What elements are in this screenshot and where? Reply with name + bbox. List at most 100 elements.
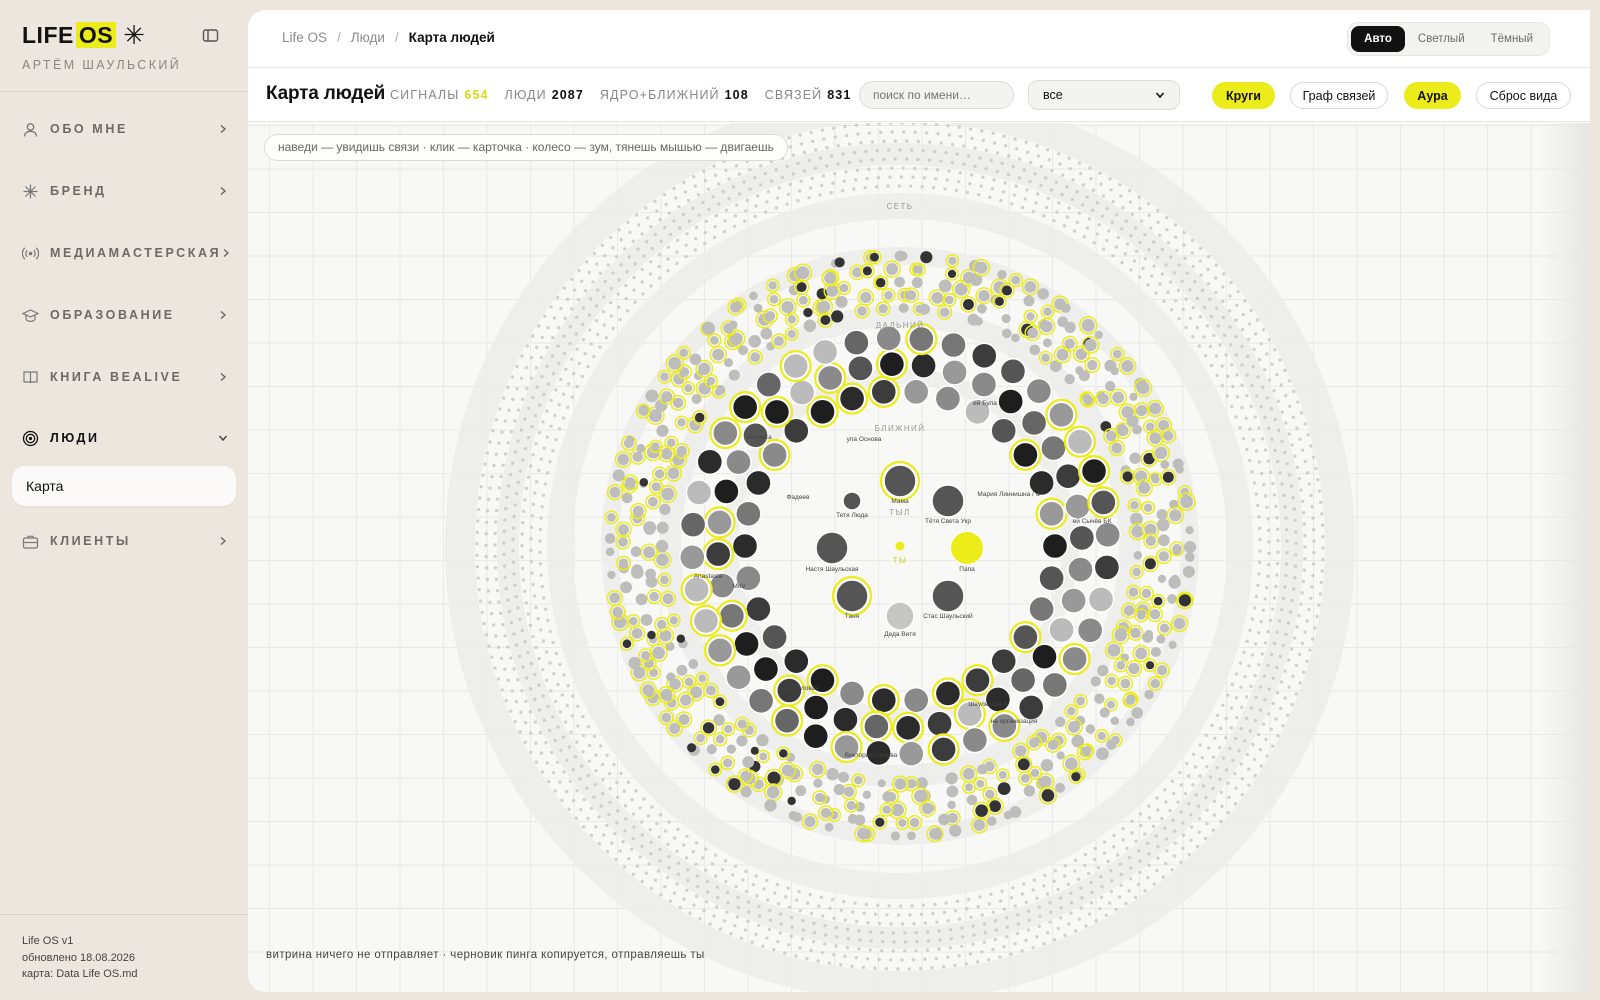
nav-item-media[interactable]: МЕДИАМАСТЕРСКАЯ	[22, 241, 230, 265]
far-contact-dot	[987, 816, 997, 826]
network-dot	[638, 806, 642, 810]
network-dot	[1035, 934, 1039, 939]
near-contact-avatar	[847, 355, 874, 382]
network-dot	[575, 347, 579, 351]
circles-button[interactable]: Круги	[1212, 82, 1275, 109]
network-dot	[995, 151, 1000, 155]
network-dot	[601, 778, 605, 782]
network-dot	[539, 355, 544, 360]
network-dot	[1187, 801, 1191, 806]
network-dot	[1170, 868, 1174, 872]
network-dot	[1221, 285, 1225, 289]
network-dot	[1246, 767, 1251, 771]
network-dot	[1189, 838, 1193, 843]
network-dot	[1005, 925, 1010, 929]
network-dot	[756, 923, 761, 928]
network-dot	[563, 316, 567, 320]
network-dot	[1009, 952, 1013, 956]
network-dot	[1013, 941, 1017, 946]
network-dot	[1129, 268, 1133, 272]
network-dot	[1184, 325, 1188, 330]
nav-item-people[interactable]: ЛЮДИ	[22, 426, 228, 450]
network-dot	[1235, 373, 1239, 377]
network-dot	[566, 405, 570, 410]
breadcrumb-item[interactable]: Life OS	[282, 30, 327, 45]
sidebar-subitem-map[interactable]: Карта	[12, 466, 236, 506]
search-input[interactable]	[859, 81, 1014, 109]
far-contact-dot	[1149, 432, 1162, 445]
near-contact-avatar	[683, 576, 710, 603]
network-dot	[1168, 808, 1172, 813]
near-contact-label: ир Головач	[785, 685, 818, 692]
network-dot	[1205, 822, 1209, 826]
network-dot	[975, 960, 980, 964]
network-dot	[1046, 147, 1050, 152]
nav-item-clients[interactable]: КЛИЕНТЫ	[22, 529, 228, 553]
far-contact-dot	[666, 672, 676, 682]
nav-item-brand[interactable]: БРЕНД	[22, 179, 228, 203]
network-dot	[560, 693, 565, 697]
far-contact-dot	[647, 496, 658, 507]
network-dot	[485, 509, 490, 513]
theme-option-auto[interactable]: Авто	[1351, 26, 1405, 52]
network-dot	[537, 430, 542, 435]
theme-option-dark[interactable]: Тёмный	[1478, 26, 1546, 52]
network-dot	[1267, 551, 1271, 555]
network-dot	[1285, 461, 1290, 466]
nav-label: ОБО МНЕ	[50, 122, 128, 136]
network-dot	[693, 237, 698, 241]
far-contact-dot	[1023, 785, 1036, 797]
theme-option-light[interactable]: Светлый	[1405, 26, 1478, 52]
network-dot	[587, 759, 592, 764]
network-dot	[586, 816, 590, 820]
nav-item-education[interactable]: ОБРАЗОВАНИЕ	[22, 303, 228, 327]
network-dot	[1146, 875, 1150, 880]
near-contact-avatar	[910, 352, 937, 379]
network-dot	[1073, 869, 1077, 873]
network-dot	[914, 930, 919, 935]
network-dot	[608, 235, 613, 240]
near-contact-avatar	[809, 398, 836, 425]
network-dot	[600, 243, 605, 248]
network-dot	[511, 526, 516, 530]
network-dot	[677, 204, 681, 209]
breadcrumb-item[interactable]: Люди	[351, 30, 385, 45]
nav-item-book[interactable]: КНИГА BEALIVE	[22, 365, 228, 389]
network-dot	[1035, 896, 1039, 901]
people-map-graph[interactable]: СЕТЬДАЛЬНИЙБЛИЖНИЙТЫЛТЫМамаТетя ЛюдаТётя…	[248, 123, 1590, 992]
network-dot	[634, 789, 638, 793]
network-dot	[496, 497, 500, 501]
network-dot	[528, 731, 533, 735]
network-dot	[579, 807, 583, 812]
network-dot	[523, 417, 527, 421]
far-contact-dot	[631, 564, 643, 577]
network-dot	[1266, 563, 1271, 567]
filter-select[interactable]: все	[1028, 80, 1180, 110]
aura-button[interactable]: Аура	[1404, 82, 1461, 109]
network-dot	[493, 666, 497, 670]
near-contact-avatar	[1012, 441, 1039, 469]
reset-view-button[interactable]: Сброс вида	[1476, 82, 1571, 109]
network-dot	[989, 892, 993, 897]
far-contact-dot	[1001, 328, 1012, 339]
graph-button[interactable]: Граф связей	[1290, 82, 1388, 109]
network-dot	[531, 334, 535, 338]
people-map-canvas[interactable]: СЕТЬ ДАЛЬНИЙ БЛИЖНИЙ ТЫЛ ТЫ Мама Тетя Люда Тётя…	[248, 123, 1590, 992]
near-contact-avatar	[832, 706, 859, 733]
network-dot	[1238, 425, 1242, 430]
far-contact-dot	[948, 256, 957, 265]
network-dot	[1038, 914, 1042, 919]
network-dot	[531, 395, 535, 400]
network-dot	[485, 451, 490, 455]
network-dot	[1288, 610, 1293, 614]
network-dot	[845, 945, 850, 950]
nav-item-about[interactable]: ОБО МНЕ	[22, 117, 228, 141]
network-dot	[1258, 549, 1262, 553]
network-dot	[701, 856, 705, 860]
network-dot	[1066, 882, 1071, 887]
network-dot	[1309, 493, 1313, 498]
network-dot	[1274, 717, 1278, 721]
network-dot	[562, 673, 566, 677]
sidebar-toggle-icon[interactable]	[202, 27, 219, 44]
logo[interactable]: LIFE OS ✳	[22, 22, 145, 48]
